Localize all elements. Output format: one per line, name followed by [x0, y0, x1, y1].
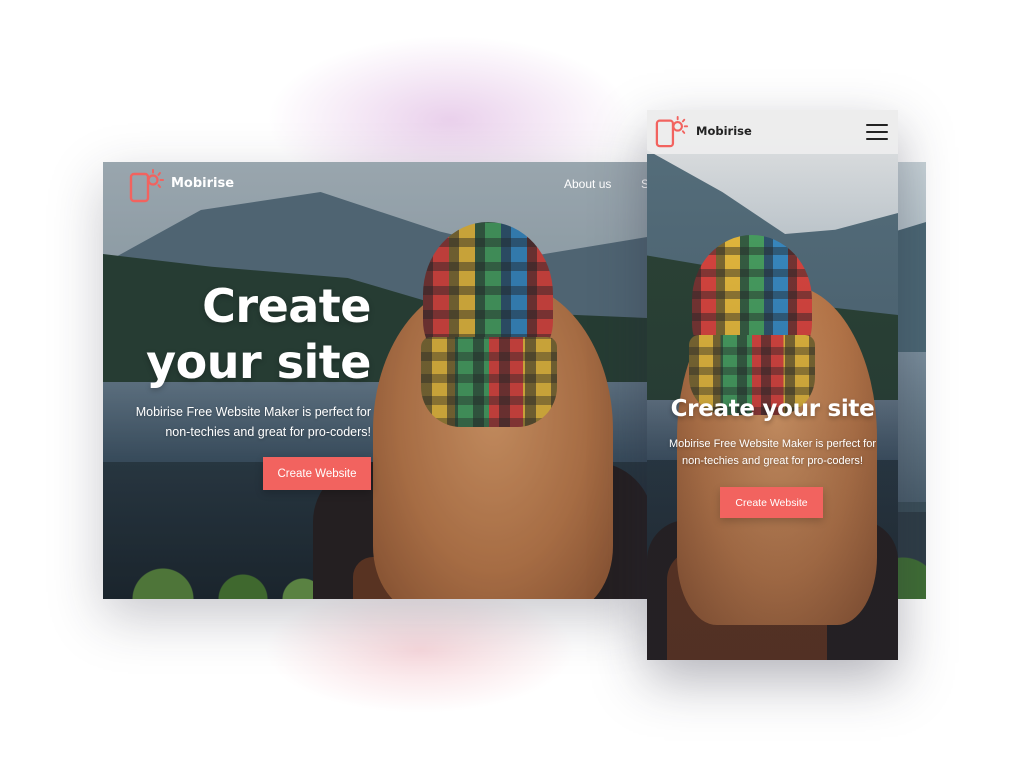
mobile-preview: Mobirise Create your site Mobirise Free …: [647, 110, 898, 660]
brand-name[interactable]: Mobirise: [696, 124, 752, 138]
hamburger-menu-icon[interactable]: [866, 124, 888, 140]
phone-sun-logo-icon[interactable]: [655, 115, 689, 149]
mockup-stage: Mobirise About us S Create your site Mob…: [0, 0, 1016, 771]
hero-subtitle-line-1: Mobirise Free Website Maker is perfect f…: [135, 405, 371, 419]
hero-subtitle: Mobirise Free Website Maker is perfect f…: [121, 402, 371, 442]
hero-title-line-2: your site: [146, 335, 371, 389]
mobile-navbar: Mobirise: [647, 110, 898, 154]
hero-title-line-1: Create: [202, 279, 371, 333]
hero-subtitle: Mobirise Free Website Maker is perfect f…: [657, 436, 888, 470]
hero-subtitle-line-2: non-techies and great for pro-coders!: [682, 455, 863, 467]
hero-subtitle-line-1: Mobirise Free Website Maker is perfect f…: [668, 438, 877, 450]
nav-link-about-us[interactable]: About us: [564, 177, 611, 191]
hero-title: Create your site: [670, 396, 875, 422]
create-website-button[interactable]: Create Website: [720, 487, 823, 518]
hero-subtitle-line-2: non-techies and great for pro-coders!: [165, 425, 371, 439]
phone-sun-logo-icon[interactable]: [129, 168, 165, 204]
hero-title: Create your site: [143, 278, 371, 390]
brand-name[interactable]: Mobirise: [171, 176, 234, 191]
desktop-navbar: Mobirise About us S: [103, 162, 647, 208]
create-website-button[interactable]: Create Website: [263, 457, 371, 490]
desktop-preview: Mobirise About us S Create your site Mob…: [103, 162, 647, 599]
